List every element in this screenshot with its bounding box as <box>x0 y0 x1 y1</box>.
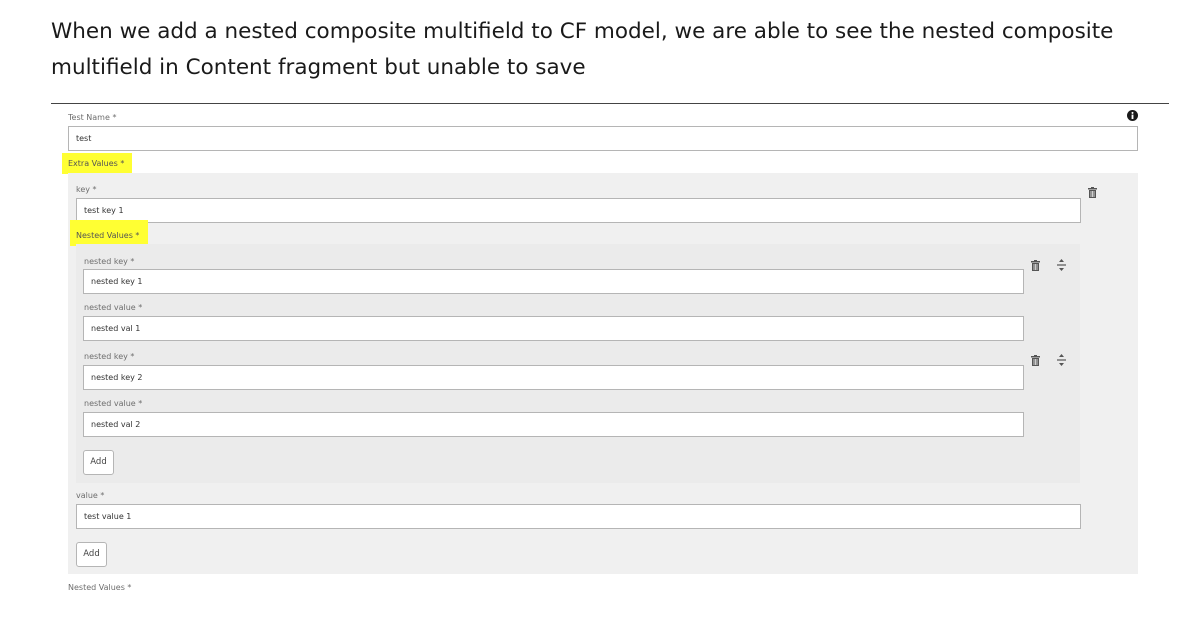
nested-values-label: Nested Values * <box>76 231 140 240</box>
caption-text: When we add a nested composite multifiel… <box>51 19 1114 80</box>
value-label: value * <box>76 491 105 500</box>
value-input[interactable]: test value 1 <box>76 504 1081 529</box>
divider <box>51 103 1169 104</box>
nested-value-label: nested value * <box>84 303 143 312</box>
trash-icon[interactable] <box>1088 187 1097 198</box>
test-name-label: Test Name * <box>68 113 117 122</box>
nested-key-input[interactable]: nested key 1 <box>83 269 1024 294</box>
move-icon[interactable] <box>1057 354 1066 366</box>
nested-key-label: nested key * <box>84 257 135 266</box>
extra-values-label: Extra Values * <box>68 159 125 168</box>
info-icon[interactable] <box>1127 110 1138 121</box>
nested-value-input[interactable]: nested val 1 <box>83 316 1024 341</box>
nested-key-label: nested key * <box>84 352 135 361</box>
move-icon[interactable] <box>1057 259 1066 271</box>
nested-value-label: nested value * <box>84 399 143 408</box>
nested-key-input[interactable]: nested key 2 <box>83 365 1024 390</box>
trash-icon[interactable] <box>1031 355 1040 366</box>
nested-add-button[interactable]: Add <box>83 450 114 475</box>
nested-values-label: Nested Values * <box>68 583 132 592</box>
key-label: key * <box>76 185 97 194</box>
key-input[interactable]: test key 1 <box>76 198 1081 223</box>
nested-value-input[interactable]: nested val 2 <box>83 412 1024 437</box>
test-name-input[interactable]: test <box>68 126 1138 151</box>
trash-icon[interactable] <box>1031 260 1040 271</box>
extra-values-add-button[interactable]: Add <box>76 542 107 567</box>
